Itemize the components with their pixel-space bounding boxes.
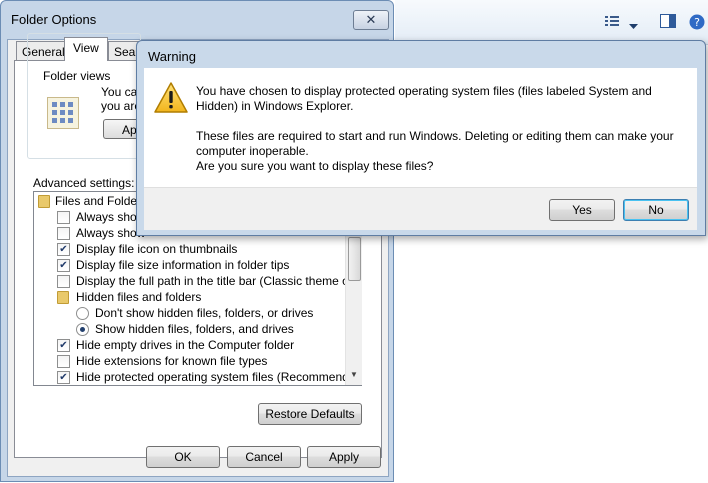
dropdown-arrow-icon[interactable] bbox=[629, 17, 638, 33]
apply-button[interactable]: Apply bbox=[307, 446, 381, 468]
folder-icon bbox=[57, 291, 69, 304]
warning-title: Warning bbox=[148, 49, 196, 64]
folder-icon bbox=[38, 195, 50, 208]
checkmark-icon[interactable]: ✔ bbox=[57, 371, 70, 384]
restore-defaults-button[interactable]: Restore Defaults bbox=[258, 403, 362, 425]
cancel-button[interactable]: Cancel bbox=[227, 446, 301, 468]
checkmark-icon[interactable]: ✔ bbox=[57, 339, 70, 352]
close-icon: ✕ bbox=[365, 12, 377, 27]
warning-message: You have chosen to display protected ope… bbox=[196, 84, 691, 174]
folder-views-icon bbox=[47, 97, 79, 129]
view-options-icon[interactable] bbox=[605, 14, 619, 30]
ok-button[interactable]: OK bbox=[146, 446, 220, 468]
checkbox-icon[interactable] bbox=[57, 211, 70, 224]
yes-button[interactable]: Yes bbox=[549, 199, 615, 221]
dialog-title: Folder Options bbox=[11, 12, 97, 27]
warning-button-bar: Yes No bbox=[144, 187, 697, 230]
checkmark-icon[interactable]: ✔ bbox=[57, 243, 70, 256]
tab-view[interactable]: View bbox=[64, 37, 108, 61]
preview-pane-icon[interactable] bbox=[660, 14, 676, 31]
help-icon[interactable]: ? bbox=[689, 14, 705, 33]
advanced-settings-label: Advanced settings: bbox=[33, 176, 135, 190]
folder-views-label: Folder views bbox=[41, 69, 113, 83]
svg-text:?: ? bbox=[694, 16, 700, 29]
checkmark-icon[interactable]: ✔ bbox=[57, 259, 70, 272]
warning-message-line3: Are you sure you want to display these f… bbox=[196, 159, 434, 173]
checkbox-icon[interactable] bbox=[57, 355, 70, 368]
radio-icon[interactable] bbox=[76, 307, 89, 320]
scroll-down-arrow-icon[interactable]: ▼ bbox=[346, 370, 362, 379]
checkbox-icon[interactable] bbox=[57, 275, 70, 288]
scrollbar-thumb[interactable] bbox=[348, 237, 361, 281]
checkbox-icon[interactable] bbox=[57, 227, 70, 240]
explorer-toolbar: ? bbox=[395, 0, 708, 45]
warning-dialog: Warning You have chosen to display prote… bbox=[136, 40, 706, 236]
warning-content: You have chosen to display protected ope… bbox=[144, 68, 697, 187]
no-button[interactable]: No bbox=[623, 199, 689, 221]
warning-triangle-icon bbox=[154, 82, 188, 113]
close-button[interactable]: ✕ bbox=[353, 10, 389, 30]
warning-message-line1: You have chosen to display protected ope… bbox=[196, 84, 652, 113]
warning-message-line2: These files are required to start and ru… bbox=[196, 129, 674, 158]
radio-selected-icon[interactable] bbox=[76, 323, 89, 336]
